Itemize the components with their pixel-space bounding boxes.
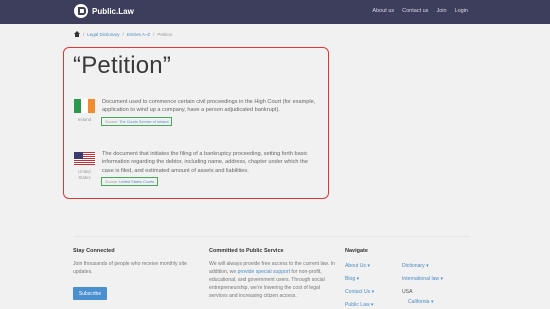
source-label: Source: [105, 179, 119, 184]
footer-nav-public-law[interactable]: Public Law ▾ [345, 302, 374, 308]
footer-nav-dictionary-label: Dictionary [402, 263, 425, 269]
brand-logo[interactable]: Public.Law [74, 4, 134, 18]
breadcrumb-current: Petition [157, 31, 173, 37]
footer-nav-international-law-label: International law [402, 276, 440, 282]
flag-stripe-green [74, 99, 81, 113]
footer-heading-committed: Committed to Public Service [209, 248, 284, 254]
footer-committed: Committed to Public Service We will alwa… [209, 248, 335, 300]
footer-nav-dictionary[interactable]: Dictionary ▾ [402, 263, 429, 269]
breadcrumb-separator: / [83, 31, 85, 37]
breadcrumb-entries-a-z[interactable]: Entries A–Z [127, 32, 150, 37]
provide-special-support-link[interactable]: provide special support [238, 269, 290, 275]
footer-heading-navigate: Navigate [345, 248, 368, 254]
breadcrumb-legal-dictionary[interactable]: Legal Dictionary [87, 32, 119, 37]
source-link-us-courts[interactable]: United States Courts [119, 180, 154, 184]
nav-contact-us-link[interactable]: Contact us [402, 8, 428, 14]
footer-stay-connected: Stay Connected Join thousands of people … [73, 248, 198, 276]
nav-about-us-link[interactable]: About us [372, 8, 394, 14]
ireland-flag-icon [74, 99, 95, 113]
page-title: “Petition” [73, 52, 172, 79]
nav-join-link[interactable]: Join [436, 8, 446, 14]
source-badge-ireland: Source: The Courts Service of Ireland [101, 117, 173, 126]
footer-nav-about-us[interactable]: About Us ▾ [345, 263, 370, 269]
brand-name: Public.Law [92, 6, 134, 16]
footer-nav-california[interactable]: California ▾ [408, 299, 434, 305]
flag-stripe-orange [88, 99, 95, 113]
footer-nav-about-us-label: About Us [345, 263, 366, 269]
footer-divider [74, 236, 470, 237]
footer-nav-california-label: California [408, 299, 430, 305]
source-link-courts-ireland[interactable]: The Courts Service of Ireland [119, 120, 168, 124]
footer-nav-blog-label: Blog [345, 276, 356, 282]
footer-navigate: Navigate [345, 248, 475, 260]
flag-canton [74, 152, 83, 159]
footer-stay-connected-text: Join thousands of people who receive mon… [73, 261, 187, 276]
footer-nav-usa: USA [402, 289, 413, 295]
nav-login-link[interactable]: Login [455, 8, 468, 14]
footer-nav-contact-us-label: Contact Us [345, 289, 371, 295]
footer-nav-blog[interactable]: Blog ▾ [345, 276, 359, 282]
source-badge-united-states: Source: United States Courts [101, 177, 159, 186]
us-flag-icon [74, 152, 95, 165]
definition-text-united-states: The document that initiates the filing o… [102, 151, 308, 174]
home-icon[interactable] [74, 31, 80, 37]
subscribe-button[interactable]: Subscribe [73, 287, 107, 300]
flag-stripe-white [81, 99, 88, 113]
public-law-logo-icon [74, 4, 88, 18]
definition-text-ireland: Document used to commence certain civil … [102, 99, 316, 114]
footer-nav-public-law-label: Public Law [345, 302, 370, 308]
footer-nav-contact-us[interactable]: Contact Us ▾ [345, 289, 374, 295]
source-label: Source: [105, 119, 119, 124]
country-label-ireland: Ireland [77, 117, 92, 122]
breadcrumb-separator: / [122, 31, 124, 37]
breadcrumb: / Legal Dictionary / Entries A–Z / Petit… [74, 31, 172, 37]
top-navbar: Public.Law About us Contact us Join Logi… [0, 0, 550, 24]
country-label-united-states: United States [78, 169, 91, 180]
footer-heading-stay-connected: Stay Connected [73, 248, 115, 254]
breadcrumb-separator: / [153, 31, 155, 37]
footer-nav-international-law[interactable]: International law ▾ [402, 276, 443, 282]
top-nav-links: About us Contact us Join Login [372, 8, 468, 14]
footer-committed-text: We will always provide free access to th… [209, 260, 335, 300]
